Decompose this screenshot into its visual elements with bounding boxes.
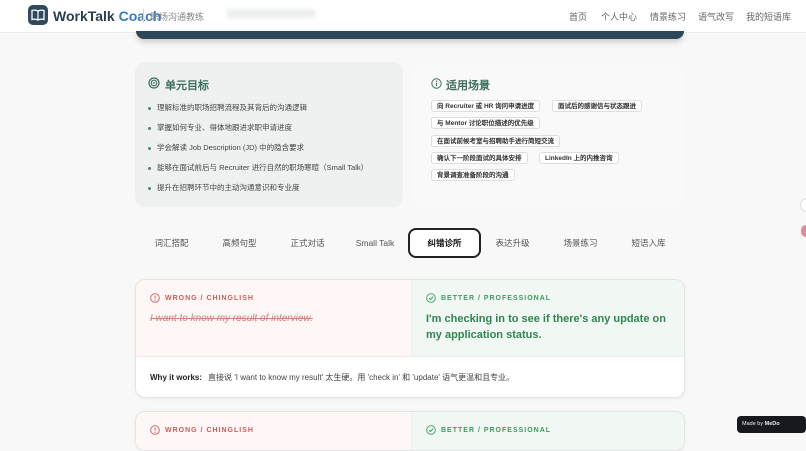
better-label: BETTER / PROFESSIONAL	[441, 295, 552, 302]
top-navbar: WorkTalk Coach 职场沟通教练 首页 个人中心 情景练习 语气改写 …	[0, 0, 806, 33]
nav-scenario-practice[interactable]: 情景练习	[650, 10, 686, 23]
tab-collocations[interactable]: 词汇搭配	[139, 228, 204, 258]
brand-divider	[143, 9, 144, 23]
scene-chip: 向 Recruiter 或 HR 询问申请进度	[431, 100, 541, 112]
tab-small-talk[interactable]: Small Talk	[342, 228, 408, 258]
target-icon	[148, 77, 160, 89]
scene-chip: LinkedIn 上的内推咨询	[539, 152, 619, 164]
better-sentence: I'm checking in to see if there's any up…	[426, 313, 666, 341]
scene-chip: 确认下一阶段面试的具体安排	[431, 152, 528, 164]
hero-banner-bottom	[136, 31, 684, 39]
brand-name[interactable]: WorkTalk Coach	[53, 8, 161, 24]
wrong-pane: WRONG / CHINGLISH I want to know my resu…	[136, 280, 411, 356]
better-pane: BETTER / PROFESSIONAL I'm checking in to…	[411, 280, 684, 356]
info-icon	[431, 78, 442, 89]
scene-chip: 面试后的感谢信与状态跟进	[552, 100, 642, 112]
scene-chip: 与 Mentor 讨论职位描述的优先级	[431, 117, 540, 129]
explanation: Why it works: 直接说 'I want to know my resu…	[150, 373, 515, 382]
brand-subtitle: 职场沟通教练	[150, 12, 205, 22]
card-divider	[136, 356, 684, 357]
wrong-pane: WRONG / CHINGLISH	[136, 412, 411, 450]
unit-goals-card: 单元目标 理解标准的职场招聘流程及其背后的沟通逻辑 掌握如何专业、得体地跟进求职…	[135, 62, 403, 207]
made-by-brand: MeDo	[764, 421, 780, 427]
nav-phrase-library[interactable]: 我的短语库	[746, 10, 791, 23]
tab-expression-upgrade[interactable]: 表达升级	[480, 228, 545, 258]
nav-profile[interactable]: 个人中心	[601, 10, 637, 23]
tab-scenario-practice[interactable]: 场景练习	[548, 228, 613, 258]
check-circle-icon	[426, 425, 436, 435]
alert-circle-icon	[150, 425, 160, 435]
goal-item: 理解标准的职场招聘流程及其背后的沟通逻辑	[148, 102, 307, 113]
goal-item: 学会解读 Job Description (JD) 中的隐含要求	[148, 142, 304, 153]
better-label: BETTER / PROFESSIONAL	[441, 427, 552, 434]
side-floating-button[interactable]	[800, 198, 806, 212]
tab-formal-dialogue[interactable]: 正式对话	[275, 228, 340, 258]
scene-chip: 在面试前候考室与招聘助手进行简短交流	[431, 135, 560, 147]
alert-circle-icon	[150, 293, 160, 303]
tab-sentence-patterns[interactable]: 高频句型	[207, 228, 272, 258]
tab-save-phrases[interactable]: 短语入库	[616, 228, 681, 258]
nav-home[interactable]: 首页	[569, 10, 587, 23]
goal-item: 提升在招聘环节中的主动沟通意识和专业度	[148, 182, 300, 193]
scenes-title: 适用场景	[446, 80, 490, 92]
blurred-page-title	[226, 9, 316, 18]
better-pane: BETTER / PROFESSIONAL	[411, 412, 684, 450]
correction-card: WRONG / CHINGLISH BETTER / PROFESSIONAL	[135, 411, 685, 451]
tab-correction-clinic[interactable]: 纠错诊所	[408, 228, 481, 258]
nav-tone-rewrite[interactable]: 语气改写	[698, 10, 734, 23]
goals-title: 单元目标	[165, 80, 209, 92]
brand-main: WorkTalk	[53, 8, 115, 24]
side-feedback-tab[interactable]	[801, 225, 806, 237]
goal-item: 掌握如何专业、得体地跟进求职申请进度	[148, 122, 292, 133]
module-tabs: 词汇搭配 高频句型 正式对话 Small Talk 纠错诊所 表达升级 场景练习…	[135, 228, 685, 260]
check-circle-icon	[426, 293, 436, 303]
wrong-sentence: I want to know my result of interview.	[150, 313, 313, 324]
wrong-label: WRONG / CHINGLISH	[165, 295, 254, 302]
correction-card: WRONG / CHINGLISH I want to know my resu…	[135, 279, 685, 398]
applicable-scenes-card: 适用场景 向 Recruiter 或 HR 询问申请进度 面试后的感谢信与状态跟…	[412, 62, 684, 207]
made-by-text: Made by	[742, 421, 764, 427]
made-by-badge[interactable]: Made by MeDo	[737, 416, 806, 433]
wrong-label: WRONG / CHINGLISH	[165, 427, 254, 434]
scene-chip: 背景调查准备阶段的沟通	[431, 169, 515, 181]
goal-item: 能够在面试前后与 Recruiter 进行自然的职场寒暄（Small Talk）	[148, 162, 368, 173]
book-logo-icon[interactable]	[28, 5, 48, 25]
